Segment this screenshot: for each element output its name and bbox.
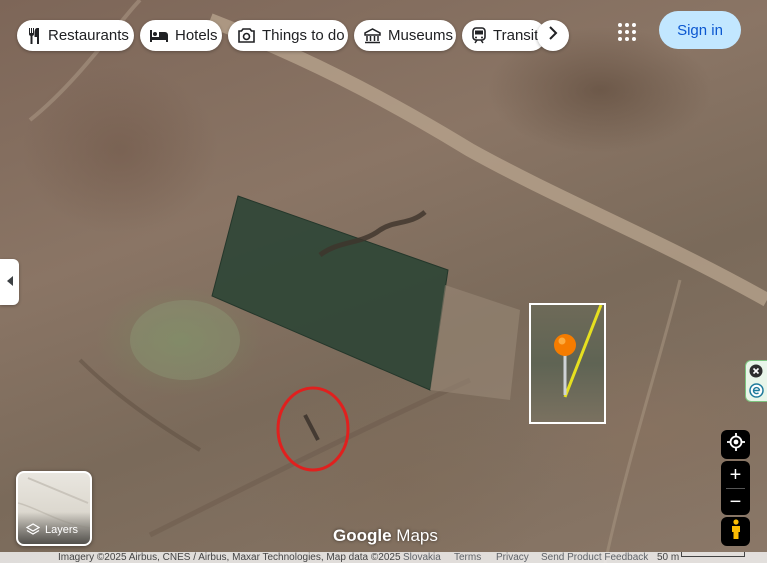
google-maps-wordmark: Google Maps	[333, 526, 438, 546]
close-icon[interactable]	[749, 364, 763, 383]
caret-left-icon	[6, 273, 13, 291]
bed-icon	[150, 27, 168, 45]
chip-label: Restaurants	[48, 27, 129, 44]
street-view-photo-thumbnail[interactable]	[529, 303, 606, 424]
train-icon	[472, 27, 486, 45]
layers-label: Layers	[45, 524, 79, 536]
apps-grid-button[interactable]	[612, 17, 642, 47]
privacy-link[interactable]: Privacy	[496, 552, 529, 563]
map-footer: Imagery ©2025 Airbus, CNES / Airbus, Max…	[0, 552, 767, 563]
side-panel-toggle[interactable]	[0, 259, 19, 305]
layers-icon	[26, 523, 40, 537]
apps-grid-icon	[612, 23, 642, 51]
terms-link[interactable]: Terms	[454, 552, 481, 563]
chip-transit[interactable]: Transit	[462, 20, 546, 51]
zoom-out-button[interactable]: −	[721, 488, 750, 515]
camera-icon	[238, 27, 255, 45]
fork-knife-icon	[27, 27, 41, 45]
chip-hotels[interactable]: Hotels	[140, 20, 222, 51]
zoom-in-button[interactable]: +	[721, 461, 750, 488]
zoom-divider	[726, 488, 745, 489]
my-location-button[interactable]	[721, 430, 750, 459]
country-link[interactable]: Slovakia	[403, 552, 441, 563]
chip-museums[interactable]: Museums	[354, 20, 456, 51]
scale-label[interactable]: 50 m	[657, 552, 679, 563]
pegman-icon	[730, 519, 742, 544]
street-view-pegman-button[interactable]	[721, 517, 750, 546]
browser-extension-badge[interactable]	[745, 360, 767, 402]
chip-label: Hotels	[175, 27, 218, 44]
chip-restaurants[interactable]: Restaurants	[17, 20, 134, 51]
satellite-map[interactable]	[0, 0, 767, 563]
wordmark-google: Google	[333, 526, 392, 545]
layers-button[interactable]: Layers	[16, 471, 92, 546]
chip-label: Things to do	[262, 27, 345, 44]
chip-label: Transit	[493, 27, 539, 44]
chevron-right-icon	[548, 26, 558, 45]
sign-in-button[interactable]: Sign in	[659, 11, 741, 49]
chips-scroll-next-button[interactable]	[537, 20, 569, 51]
chip-things-to-do[interactable]: Things to do	[228, 20, 348, 51]
send-feedback-link[interactable]: Send Product Feedback	[541, 552, 648, 563]
zoom-controls: + −	[721, 461, 750, 515]
my-location-icon	[726, 433, 745, 456]
wordmark-maps: Maps	[396, 526, 438, 545]
imagery-attribution: Imagery ©2025 Airbus, CNES / Airbus, Max…	[58, 552, 401, 563]
chip-label: Museums	[388, 27, 454, 44]
scale-bar	[681, 552, 745, 557]
map-features	[28, 0, 767, 563]
museum-icon	[364, 27, 381, 45]
extension-e-icon	[749, 383, 764, 403]
photo-content	[554, 305, 603, 398]
